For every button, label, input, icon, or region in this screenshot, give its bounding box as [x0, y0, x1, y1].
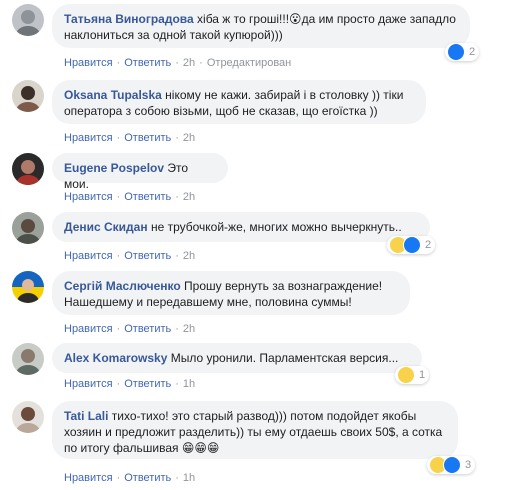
avatar[interactable]: [12, 343, 44, 375]
comment-author[interactable]: Oksana Tupalska: [64, 88, 162, 102]
like-reaction-icon: [447, 43, 465, 61]
reply-link[interactable]: Ответить: [124, 472, 171, 484]
comment-time[interactable]: 2h: [183, 323, 195, 335]
comment-time[interactable]: 2h: [183, 250, 195, 262]
comment-meta: Нравится · Ответить · 1h: [64, 472, 196, 484]
reactions-badge[interactable]: 3: [427, 456, 476, 474]
edited-label[interactable]: Отредактирован: [207, 57, 291, 69]
reply-link[interactable]: Ответить: [124, 323, 171, 335]
reaction-count: 3: [465, 459, 472, 471]
like-link[interactable]: Нравится: [64, 378, 113, 390]
comment-meta: Нравится · Ответить · 2h: [64, 323, 196, 335]
comment-bubble: Денис Скидан не трубочкой-же, многих мож…: [52, 212, 430, 242]
reply-link[interactable]: Ответить: [124, 57, 171, 69]
reply-link[interactable]: Ответить: [124, 132, 171, 144]
comment-author[interactable]: Eugene Pospelov: [64, 161, 164, 175]
like-link[interactable]: Нравится: [64, 250, 113, 262]
reply-link[interactable]: Ответить: [124, 378, 171, 390]
reactions-badge[interactable]: 2: [445, 43, 480, 61]
laugh-reaction-icon: [397, 366, 415, 384]
reply-link[interactable]: Ответить: [124, 191, 171, 203]
comment-meta: Нравится · Ответить · 1h: [64, 378, 196, 390]
avatar[interactable]: [12, 271, 44, 303]
avatar[interactable]: [12, 153, 44, 185]
comment-bubble: Oksana Tupalska нікому не кажи. забирай …: [52, 80, 426, 124]
comment-bubble: Alex Komarowsky Мыло уронили. Парламентс…: [52, 343, 422, 373]
avatar[interactable]: [12, 401, 44, 433]
avatar[interactable]: [12, 212, 44, 244]
reply-link[interactable]: Ответить: [124, 250, 171, 262]
comment-author[interactable]: Денис Скидан: [64, 220, 148, 234]
reaction-count: 2: [425, 239, 432, 251]
comment-bubble: Eugene Pospelov Это мои.: [52, 153, 228, 191]
reactions-badge[interactable]: 1: [395, 366, 430, 384]
like-link[interactable]: Нравится: [64, 323, 113, 335]
like-reaction-icon: [403, 236, 421, 254]
comment-meta: Нравится · Ответить · 2h: [64, 191, 196, 203]
comment-bubble: Tati Lali тихо-тихо! это старый развод))…: [52, 401, 458, 459]
like-link[interactable]: Нравится: [64, 57, 113, 69]
comment-text: не трубочкой-же, многих можно вычеркнуть…: [150, 220, 402, 234]
comment-time[interactable]: 2h: [183, 132, 195, 144]
like-link[interactable]: Нравится: [64, 132, 113, 144]
comment-bubble: Татьяна Виноградова хіба ж то гроші!!!😮д…: [52, 4, 470, 48]
comment-author[interactable]: Alex Komarowsky: [64, 351, 167, 365]
comment-bubble: Сергій Маслюченко Прошу вернуть за возна…: [52, 271, 410, 315]
comment-time[interactable]: 2h: [183, 191, 195, 203]
grin-emoji-icon: 😁😁😁: [181, 441, 220, 455]
avatar[interactable]: [12, 4, 44, 36]
comment-time[interactable]: 1h: [183, 378, 195, 390]
comment-time[interactable]: 1h: [183, 472, 195, 484]
reaction-count: 1: [419, 369, 426, 381]
reactions-badge[interactable]: 2: [387, 236, 436, 254]
reaction-count: 2: [469, 46, 476, 58]
comment-author[interactable]: Татьяна Виноградова: [64, 12, 194, 26]
like-reaction-icon: [443, 456, 461, 474]
comment-text: Мыло уронили. Парламентская версия...: [170, 351, 399, 365]
like-link[interactable]: Нравится: [64, 191, 113, 203]
comment-meta: Нравится · Ответить · 2h · Отредактирован: [64, 57, 292, 69]
comment-author[interactable]: Сергій Маслюченко: [64, 279, 181, 293]
avatar[interactable]: [12, 80, 44, 112]
comment-author[interactable]: Tati Lali: [64, 409, 108, 423]
comment-time[interactable]: 2h: [183, 57, 195, 69]
comment-meta: Нравится · Ответить · 2h: [64, 250, 196, 262]
like-link[interactable]: Нравится: [64, 472, 113, 484]
comment-text: тихо-тихо! это старый развод))) потом по…: [64, 409, 443, 455]
comment-meta: Нравится · Ответить · 2h: [64, 132, 196, 144]
